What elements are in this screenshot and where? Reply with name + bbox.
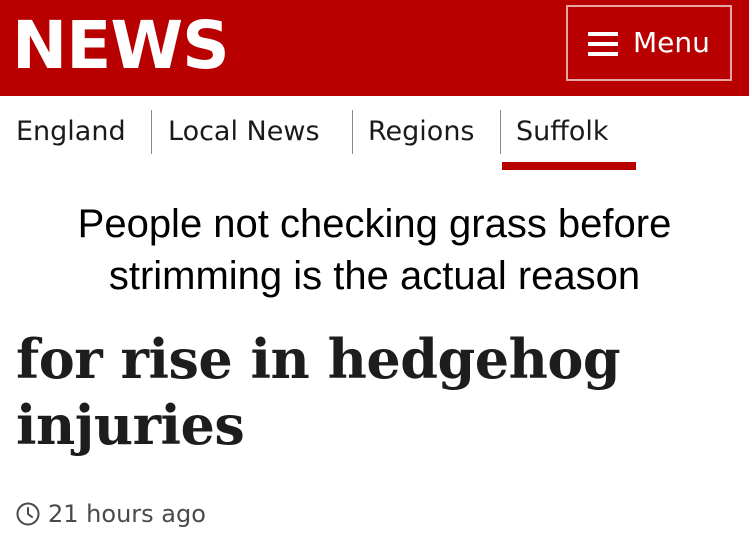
article-timestamp: 21 hours ago (16, 498, 206, 530)
hamburger-icon (588, 32, 618, 56)
nav-separator (352, 110, 353, 154)
clock-icon (16, 502, 40, 526)
nav-item-regions[interactable]: Regions (368, 112, 475, 152)
menu-button[interactable]: Menu (566, 5, 732, 81)
article-headline: for rise in hedgehog injuries (16, 326, 736, 458)
nav-item-local-news[interactable]: Local News (168, 112, 320, 152)
caption-overlay: People not checking grass before strimmi… (0, 198, 749, 302)
headline-line-2: injuries (16, 393, 245, 457)
nav-item-england[interactable]: England (16, 112, 126, 152)
caption-line-2: strimming is the actual reason (108, 254, 641, 298)
headline-line-1: for rise in hedgehog (16, 327, 621, 391)
breadcrumb: England Local News Regions Suffolk (0, 96, 749, 182)
caption-line-1: People not checking grass before (77, 202, 672, 246)
menu-label: Menu (633, 26, 710, 59)
news-logo[interactable]: NEWS (12, 6, 230, 86)
timestamp-text: 21 hours ago (48, 500, 206, 528)
nav-item-suffolk[interactable]: Suffolk (516, 112, 609, 152)
site-header: NEWS Menu (0, 0, 749, 96)
active-nav-indicator (502, 162, 636, 170)
nav-separator (500, 110, 501, 154)
nav-separator (151, 110, 152, 154)
